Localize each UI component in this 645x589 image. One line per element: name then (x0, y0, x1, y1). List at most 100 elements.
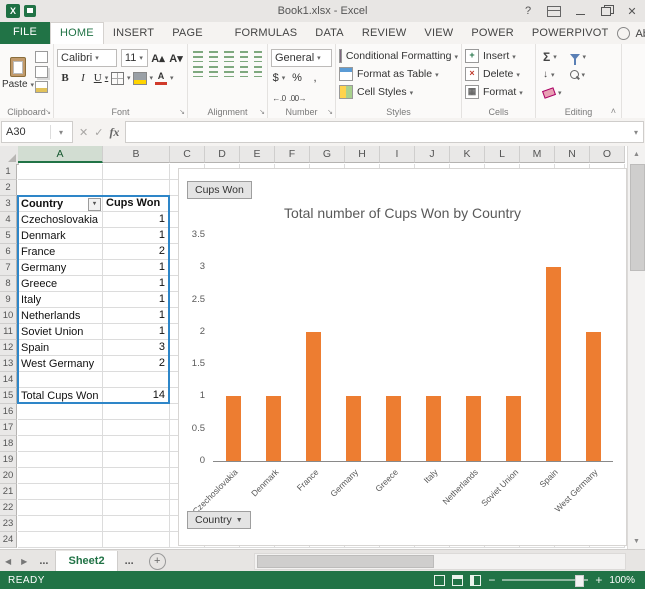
row-header-20[interactable]: 20 (0, 468, 17, 484)
new-sheet-button[interactable]: + (148, 552, 166, 570)
insert-button[interactable]: + Insert (465, 47, 532, 65)
format-button[interactable]: ▦ Format (465, 83, 532, 101)
row-header-13[interactable]: 13 (0, 356, 17, 372)
row-header-21[interactable]: 21 (0, 484, 17, 500)
row-header-1[interactable]: 1 (0, 164, 17, 180)
cell-styles-button[interactable]: Cell Styles (339, 83, 458, 101)
page-break-view-icon[interactable] (470, 574, 482, 586)
help-button[interactable]: ? (515, 0, 541, 22)
row-header-22[interactable]: 22 (0, 500, 17, 516)
merge-center-icon[interactable] (253, 66, 262, 77)
clipboard-dialog-launcher[interactable]: ↘ (45, 109, 51, 116)
column-header-E[interactable]: E (240, 146, 275, 163)
chart-bar[interactable] (425, 396, 441, 461)
fill-button[interactable]: ↓ (543, 67, 562, 82)
sheet-tab-sheet2[interactable]: Sheet2 (55, 550, 118, 572)
scroll-down-icon[interactable]: ▼ (628, 533, 645, 549)
align-bottom-icon[interactable] (224, 51, 234, 62)
row-header-7[interactable]: 7 (0, 260, 17, 276)
row-header-4[interactable]: 4 (0, 212, 17, 228)
align-middle-icon[interactable] (208, 51, 219, 62)
cancel-entry-icon[interactable]: ✕ (79, 126, 88, 139)
format-painter-icon[interactable] (35, 81, 48, 93)
column-header-O[interactable]: O (590, 146, 625, 163)
decrease-decimal-icon[interactable]: .00→ (289, 89, 307, 107)
pivot-chart[interactable]: Cups Won Total number of Cups Won by Cou… (178, 168, 627, 546)
chart-bar[interactable] (265, 396, 281, 461)
wrap-text-icon[interactable] (253, 51, 262, 62)
find-select-button[interactable] (569, 67, 587, 82)
column-header-B[interactable]: B (103, 146, 170, 163)
align-top-icon[interactable] (193, 51, 203, 62)
row-header-15[interactable]: 15 (0, 388, 17, 404)
tab-powerpivot[interactable]: POWERPIVOT (523, 23, 618, 44)
percent-style-button[interactable]: % (289, 69, 305, 87)
autosum-button[interactable]: Σ (543, 49, 562, 64)
bold-button[interactable]: B (57, 69, 73, 87)
increase-font-icon[interactable]: A▴ (150, 49, 166, 67)
chart-bar[interactable] (465, 396, 481, 461)
insert-function-icon[interactable]: fx (109, 125, 119, 140)
sort-filter-button[interactable] (569, 49, 587, 65)
zoom-level[interactable]: 100% (609, 575, 635, 586)
row-header-5[interactable]: 5 (0, 228, 17, 244)
clear-button[interactable] (541, 85, 562, 100)
column-header-L[interactable]: L (485, 146, 520, 163)
number-format-select[interactable]: General (271, 49, 332, 67)
delete-button[interactable]: × Delete (465, 65, 532, 83)
row-header-8[interactable]: 8 (0, 276, 17, 292)
horizontal-scrollbar[interactable] (254, 553, 626, 570)
vertical-scrollbar[interactable]: ▲ ▼ (627, 146, 645, 549)
column-header-J[interactable]: J (415, 146, 450, 163)
decrease-font-icon[interactable]: A▾ (168, 49, 184, 67)
paste-button[interactable]: Paste (2, 47, 33, 99)
accounting-format-button[interactable]: $ (271, 69, 287, 87)
save-icon[interactable] (24, 5, 36, 17)
chart-bar[interactable] (385, 396, 401, 461)
row-header-19[interactable]: 19 (0, 452, 17, 468)
column-header-D[interactable]: D (205, 146, 240, 163)
column-header-N[interactable]: N (555, 146, 590, 163)
column-header-C[interactable]: C (170, 146, 205, 163)
underline-button[interactable]: U (93, 69, 109, 87)
row-header-2[interactable]: 2 (0, 180, 17, 196)
formula-input[interactable]: ▾ (125, 121, 644, 143)
column-header-F[interactable]: F (275, 146, 310, 163)
cut-icon[interactable] (35, 51, 48, 63)
row-header-9[interactable]: 9 (0, 292, 17, 308)
ribbon-display-options-button[interactable] (541, 0, 567, 22)
zoom-slider-thumb[interactable] (575, 575, 585, 587)
value-field-button[interactable]: Cups Won (187, 181, 252, 199)
name-box[interactable]: A30 ▾ (1, 121, 73, 143)
column-header-G[interactable]: G (310, 146, 345, 163)
scroll-up-icon[interactable]: ▲ (628, 146, 645, 162)
restore-button[interactable] (593, 0, 619, 22)
font-name-select[interactable]: Calibri (57, 49, 117, 67)
increase-decimal-icon[interactable]: ←.0 (271, 89, 287, 107)
chart-bar[interactable] (345, 396, 361, 461)
alignment-dialog-launcher[interactable]: ↘ (259, 109, 265, 116)
font-dialog-launcher[interactable]: ↘ (179, 109, 185, 116)
row-header-16[interactable]: 16 (0, 404, 17, 420)
font-color-button[interactable]: A (155, 69, 174, 87)
chart-bar[interactable] (505, 396, 521, 461)
row-header-12[interactable]: 12 (0, 340, 17, 356)
format-as-table-button[interactable]: Format as Table (339, 65, 458, 83)
row-header-23[interactable]: 23 (0, 516, 17, 532)
country-filter-button[interactable] (88, 197, 101, 211)
hidden-sheets-right[interactable]: ... (118, 555, 141, 567)
prev-sheet-icon[interactable]: ◀ (0, 557, 16, 566)
row-header-10[interactable]: 10 (0, 308, 17, 324)
page-layout-view-icon[interactable] (452, 574, 464, 586)
column-header-H[interactable]: H (345, 146, 380, 163)
comma-style-button[interactable]: , (307, 69, 323, 87)
tab-view[interactable]: VIEW (415, 23, 462, 44)
conditional-formatting-button[interactable]: Conditional Formatting (339, 47, 458, 65)
number-dialog-launcher[interactable]: ↘ (327, 109, 333, 116)
indent-icon[interactable] (239, 66, 248, 77)
align-center-icon[interactable] (208, 66, 219, 77)
axis-field-button[interactable]: Country ▼ (187, 511, 251, 529)
orientation-icon[interactable] (239, 51, 248, 62)
align-right-icon[interactable] (224, 66, 234, 77)
zoom-slider[interactable] (502, 575, 589, 587)
